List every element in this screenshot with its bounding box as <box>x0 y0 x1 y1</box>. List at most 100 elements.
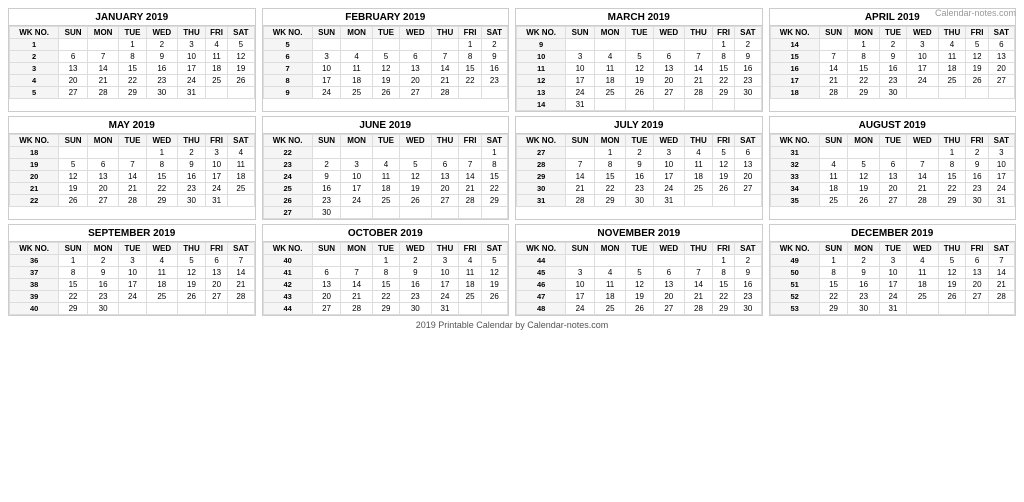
day-cell: 14 <box>87 63 118 75</box>
day-cell: 9 <box>87 267 118 279</box>
day-cell: 8 <box>459 51 481 63</box>
day-cell <box>594 99 625 111</box>
day-cell: 24 <box>119 291 146 303</box>
day-cell: 24 <box>341 195 372 207</box>
col-header-3-5: THU <box>938 27 966 39</box>
day-cell: 18 <box>372 183 399 195</box>
table-row: 3418192021222324 <box>770 183 1015 195</box>
day-cell: 8 <box>481 159 507 171</box>
month-block-3: APRIL 2019WK NO.SUNMONTUEWEDTHUFRISAT141… <box>769 8 1017 112</box>
table-row: 3922232425262728 <box>10 291 255 303</box>
day-cell: 30 <box>966 195 988 207</box>
month-block-9: OCTOBER 2019WK NO.SUNMONTUEWEDTHUFRISAT4… <box>262 224 510 316</box>
week-number: 14 <box>517 99 566 111</box>
day-cell <box>459 207 481 219</box>
day-cell: 4 <box>685 147 713 159</box>
day-cell: 6 <box>87 159 118 171</box>
week-number: 28 <box>517 159 566 171</box>
day-cell: 25 <box>459 291 481 303</box>
col-header-10-7: SAT <box>735 243 761 255</box>
day-cell: 4 <box>341 51 372 63</box>
day-cell <box>626 39 653 51</box>
day-cell: 12 <box>372 63 399 75</box>
day-cell: 25 <box>341 87 372 99</box>
day-cell: 29 <box>119 87 146 99</box>
week-number: 46 <box>517 279 566 291</box>
day-cell: 25 <box>228 183 254 195</box>
week-number: 50 <box>770 267 819 279</box>
col-header-8-1: SUN <box>59 243 88 255</box>
col-header-10-5: THU <box>685 243 713 255</box>
day-cell: 4 <box>594 51 625 63</box>
day-cell <box>400 39 431 51</box>
week-number: 40 <box>10 303 59 315</box>
month-table-10: WK NO.SUNMONTUEWEDTHUFRISAT4412453456789… <box>516 242 762 315</box>
col-header-6-5: THU <box>685 135 713 147</box>
day-cell: 19 <box>966 63 988 75</box>
day-cell <box>459 147 481 159</box>
day-cell: 18 <box>146 279 177 291</box>
day-cell: 13 <box>988 51 1014 63</box>
col-header-0-1: SUN <box>59 27 88 39</box>
col-header-6-4: WED <box>653 135 684 147</box>
day-cell: 1 <box>59 255 88 267</box>
day-cell: 24 <box>988 183 1014 195</box>
day-cell: 8 <box>594 159 625 171</box>
month-title-5: JUNE 2019 <box>263 117 509 134</box>
day-cell: 1 <box>712 39 734 51</box>
day-cell <box>712 99 734 111</box>
day-cell: 10 <box>205 159 227 171</box>
day-cell: 29 <box>819 303 848 315</box>
day-cell: 6 <box>988 39 1014 51</box>
table-row: 14123456 <box>770 39 1015 51</box>
day-cell: 17 <box>988 171 1014 183</box>
day-cell <box>431 147 459 159</box>
day-cell: 30 <box>400 303 431 315</box>
day-cell: 18 <box>685 171 713 183</box>
table-row: 103456789 <box>517 51 762 63</box>
day-cell: 16 <box>966 171 988 183</box>
day-cell: 11 <box>685 159 713 171</box>
day-cell: 23 <box>735 291 761 303</box>
week-number: 8 <box>263 75 312 87</box>
day-cell <box>431 39 459 51</box>
col-header-7-7: SAT <box>988 135 1014 147</box>
day-cell: 11 <box>594 63 625 75</box>
day-cell <box>87 39 118 51</box>
day-cell: 28 <box>566 195 595 207</box>
col-header-11-6: FRI <box>966 243 988 255</box>
day-cell: 28 <box>228 291 254 303</box>
day-cell: 2 <box>146 39 177 51</box>
col-header-11-5: THU <box>938 243 966 255</box>
day-cell: 30 <box>879 87 906 99</box>
day-cell: 4 <box>594 267 625 279</box>
month-block-7: AUGUST 2019WK NO.SUNMONTUEWEDTHUFRISAT31… <box>769 116 1017 220</box>
day-cell: 6 <box>653 267 684 279</box>
day-cell: 11 <box>205 51 227 63</box>
day-cell: 23 <box>626 183 653 195</box>
day-cell: 27 <box>988 75 1014 87</box>
day-cell: 20 <box>653 75 684 87</box>
day-cell: 5 <box>626 51 653 63</box>
day-cell <box>59 147 88 159</box>
day-cell: 27 <box>653 303 684 315</box>
col-header-1-3: TUE <box>372 27 399 39</box>
day-cell: 13 <box>59 63 88 75</box>
day-cell: 12 <box>966 51 988 63</box>
day-cell: 1 <box>938 147 966 159</box>
col-header-5-4: WED <box>400 135 431 147</box>
day-cell: 13 <box>205 267 227 279</box>
day-cell: 23 <box>87 291 118 303</box>
week-number: 13 <box>517 87 566 99</box>
day-cell <box>594 255 625 267</box>
day-cell: 26 <box>178 291 206 303</box>
col-header-10-3: TUE <box>626 243 653 255</box>
table-row: 3245678910 <box>770 159 1015 171</box>
day-cell: 26 <box>712 183 734 195</box>
month-table-4: WK NO.SUNMONTUEWEDTHUFRISAT1812341956789… <box>9 134 255 207</box>
table-row: 2730 <box>263 207 508 219</box>
col-header-3-0: WK NO. <box>770 27 819 39</box>
day-cell: 1 <box>712 255 734 267</box>
month-table-6: WK NO.SUNMONTUEWEDTHUFRISAT2712345628789… <box>516 134 762 207</box>
col-header-0-2: MON <box>87 27 118 39</box>
